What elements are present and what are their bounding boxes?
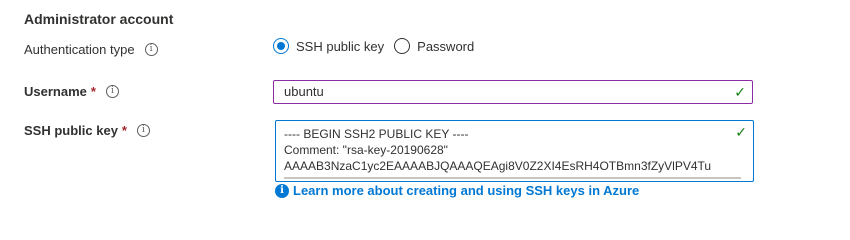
radio-password-label: Password	[417, 38, 475, 54]
learn-more-link[interactable]: Learn more about creating and using SSH …	[293, 183, 639, 198]
info-icon[interactable]: i	[136, 124, 150, 137]
section-title: Administrator account	[24, 11, 174, 27]
required-mark: *	[90, 84, 96, 99]
radio-unselected-icon	[394, 38, 411, 54]
radio-ssh-label: SSH public key	[296, 38, 385, 54]
username-input[interactable]: ubuntu ✓	[273, 80, 753, 104]
ssh-key-line: Comment: "rsa-key-20190628"	[284, 143, 448, 157]
ssh-key-line: ---- BEGIN SSH2 PUBLIC KEY ----	[284, 127, 469, 141]
info-icon[interactable]: i	[144, 43, 158, 56]
ssh-key-textarea[interactable]: ---- BEGIN SSH2 PUBLIC KEY ---- Comment:…	[275, 120, 754, 182]
ssh-help: i Learn more about creating and using SS…	[275, 183, 639, 198]
radio-ssh-public-key[interactable]: SSH public key	[273, 38, 384, 54]
info-filled-icon: i	[275, 183, 289, 198]
checkmark-icon: ✓	[734, 84, 746, 100]
radio-selected-icon	[273, 38, 289, 54]
username-value: ubuntu	[284, 84, 324, 99]
auth-type-label-row: Authentication type i	[24, 42, 158, 57]
ssh-key-label-row: SSH public key * i	[24, 123, 150, 138]
required-mark: *	[121, 123, 127, 138]
ssh-key-label: SSH public key	[24, 123, 118, 138]
ssh-key-line: AAAAB3NzaC1yc2EAAAABJQAAAQEAgi8V0Z2XI4Es…	[284, 159, 712, 173]
radio-password[interactable]: Password	[394, 38, 474, 54]
horizontal-scrollbar[interactable]	[284, 177, 741, 179]
checkmark-icon: ✓	[735, 124, 747, 140]
username-label: Username	[24, 84, 87, 99]
auth-type-label: Authentication type	[24, 42, 135, 57]
username-label-row: Username * i	[24, 84, 119, 99]
auth-type-radio-group: SSH public key Password	[273, 38, 484, 54]
info-icon[interactable]: i	[105, 85, 119, 98]
